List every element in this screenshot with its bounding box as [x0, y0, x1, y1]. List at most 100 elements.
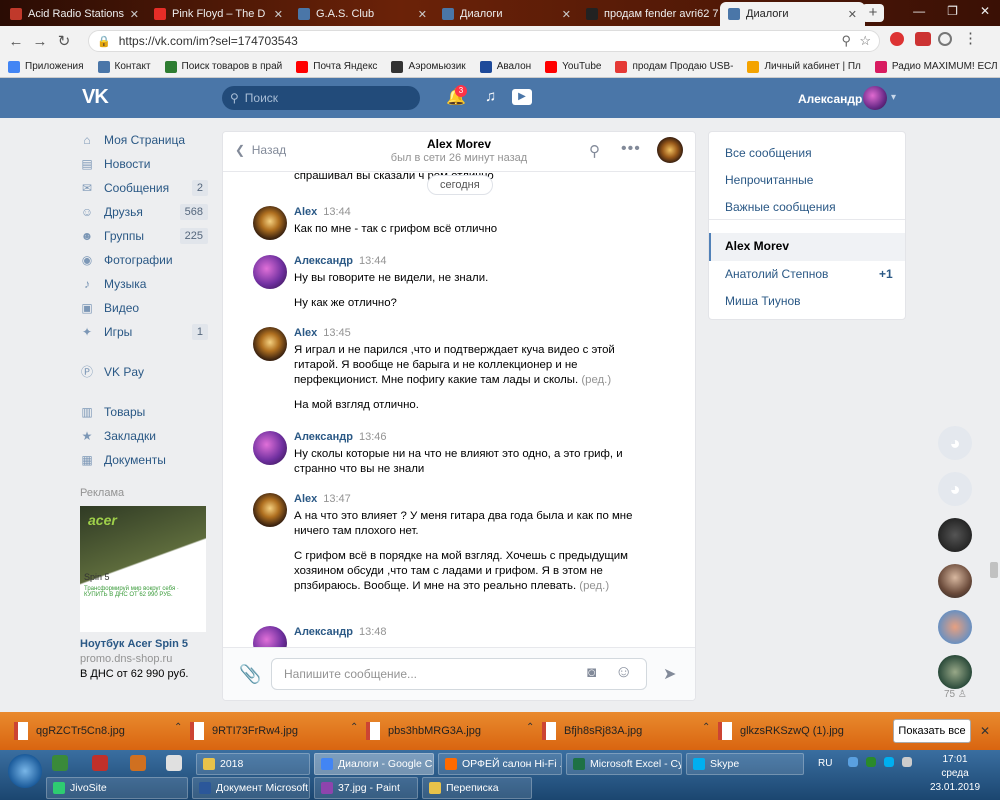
message-list[interactable]: спрашивал вы сказали ч ром отлично сегод… — [223, 172, 695, 647]
smile-icon[interactable]: ☺ — [615, 662, 632, 682]
bookmark-item[interactable]: YouTube — [545, 60, 601, 73]
extension-icon[interactable] — [890, 32, 904, 46]
message-author[interactable]: Александр 13:44 — [294, 255, 387, 267]
quicklaunch-icon[interactable] — [166, 755, 182, 771]
tray-icon[interactable] — [866, 757, 876, 767]
scrollbar[interactable] — [990, 562, 998, 578]
avatar[interactable] — [253, 206, 287, 240]
close-icon[interactable]: ✕ — [558, 8, 571, 21]
bookmark-item[interactable]: продам Продаю USB- — [615, 60, 733, 73]
chevron-up-icon[interactable]: ⌃ — [526, 722, 534, 733]
music-icon[interactable]: ♫ — [485, 88, 496, 105]
search-icon[interactable]: ⚲ — [589, 142, 600, 160]
sidebar-item-vkpay[interactable]: Ⓟ VK Pay — [80, 361, 210, 383]
url-field[interactable]: 🔒 https://vk.com/im?sel=174703543 ⚲ ☆ — [88, 30, 880, 52]
menu-icon[interactable]: ⋮ — [963, 29, 978, 47]
friend-avatar[interactable] — [938, 610, 972, 644]
sidebar-item-video[interactable]: ▣ Видео — [80, 297, 210, 319]
download-item[interactable]: 9RTI73FrRw4.jpg ⌃ — [190, 722, 358, 740]
browser-tab[interactable]: продам fender avri62 7✕ — [578, 2, 723, 26]
bookmark-item[interactable]: Радио MAXIMUM! ЕСЛ — [874, 60, 998, 73]
tray-icon[interactable] — [848, 757, 858, 767]
sidebar-item-music[interactable]: ♪ Музыка — [80, 273, 210, 295]
volume-icon[interactable] — [902, 757, 912, 767]
message-author[interactable]: Alex 13:47 — [294, 493, 351, 505]
ad-name[interactable]: Ноутбук Acer Spin 5 — [80, 638, 188, 650]
sidebar-item-goods[interactable]: ▥ Товары — [80, 401, 210, 423]
profile-icon[interactable] — [938, 32, 952, 46]
browser-tab[interactable]: Pink Floyd – The D ✕ — [146, 2, 291, 26]
avatar[interactable] — [253, 255, 287, 289]
taskbar-item-active[interactable]: Диалоги - Google C... — [314, 753, 434, 775]
filter-unread[interactable]: Непрочитанные — [725, 173, 813, 187]
browser-tab[interactable]: Диалоги ✕ — [434, 2, 579, 26]
user-name[interactable]: Александр — [798, 92, 862, 106]
window-close-icon[interactable]: ✕ — [980, 4, 990, 18]
bookmark-item[interactable]: Личный кабинет | Пл — [747, 60, 861, 73]
sidebar-item-friends[interactable]: ☺ Друзья 568 — [80, 201, 210, 223]
friend-avatar[interactable]: ◕ — [938, 426, 972, 460]
adblock-icon[interactable] — [915, 32, 931, 46]
download-item[interactable]: glkzsRKSzwQ (1).jpg — [718, 722, 844, 740]
search-input[interactable]: ⚲ Поиск — [222, 86, 420, 110]
show-all-button[interactable]: Показать все — [893, 719, 971, 743]
download-item[interactable]: Bfjh8sRj83A.jpg ⌃ — [542, 722, 710, 740]
maximize-icon[interactable]: ❐ — [947, 4, 958, 18]
sidebar-item-photos[interactable]: ◉ Фотографии — [80, 249, 210, 271]
filter-all[interactable]: Все сообщения — [725, 146, 812, 160]
quicklaunch-icon[interactable] — [130, 755, 146, 771]
reload-icon[interactable]: ↻ — [52, 32, 76, 50]
new-tab-button[interactable]: + — [862, 4, 884, 22]
filter-important[interactable]: Важные сообщения — [725, 200, 836, 214]
camera-icon[interactable]: ◙ — [587, 664, 596, 681]
dialog-item-misha[interactable]: Миша Тиунов — [725, 294, 801, 308]
taskbar-item[interactable]: Microsoft Excel - Су... — [566, 753, 682, 775]
start-button[interactable] — [8, 754, 42, 788]
more-icon[interactable]: ••• — [621, 140, 641, 158]
close-icon[interactable]: ✕ — [126, 8, 139, 21]
taskbar-item[interactable]: Переписка — [422, 777, 532, 799]
bookmark-item[interactable]: Аэромьюзик — [391, 60, 466, 73]
sidebar-item-games[interactable]: ✦ Игры 1 — [80, 321, 210, 343]
taskbar-item[interactable]: 2018 — [196, 753, 310, 775]
minimize-icon[interactable]: — — [913, 4, 925, 18]
sidebar-item-my-page[interactable]: ⌂ Моя Страница — [80, 129, 210, 151]
friend-avatar[interactable] — [938, 655, 972, 689]
close-icon[interactable]: ✕ — [270, 8, 283, 21]
friend-avatar[interactable]: ◕ — [938, 472, 972, 506]
taskbar-item[interactable]: Документ Microsoft ... — [192, 777, 310, 799]
taskbar-item[interactable]: Skype — [686, 753, 804, 775]
avatar[interactable] — [253, 431, 287, 465]
paperclip-icon[interactable]: 📎 — [239, 664, 261, 685]
bookmark-item[interactable]: Приложения — [8, 60, 84, 73]
chevron-up-icon[interactable]: ⌃ — [174, 722, 182, 733]
sidebar-item-groups[interactable]: ☻ Группы 225 — [80, 225, 210, 247]
sidebar-item-messages[interactable]: ✉ Сообщения 2 — [80, 177, 210, 199]
play-icon[interactable]: ▶ — [512, 89, 532, 105]
zoom-icon[interactable]: ⚲ — [841, 33, 851, 49]
bookmark-item[interactable]: Контакт — [97, 60, 151, 73]
message-author[interactable]: Alex 13:44 — [294, 206, 351, 218]
avatar[interactable] — [253, 493, 287, 527]
close-icon[interactable]: ✕ — [980, 724, 990, 738]
dialog-item-alex-morev[interactable]: Alex Morev — [725, 239, 789, 253]
chevron-up-icon[interactable]: ⌃ — [702, 722, 710, 733]
quicklaunch-icon[interactable] — [52, 755, 68, 771]
friend-avatar[interactable] — [938, 518, 972, 552]
taskbar-item[interactable]: 37.jpg - Paint — [314, 777, 418, 799]
system-clock[interactable]: 17:01 среда 23.01.2019 — [930, 753, 980, 795]
forward-arrow-icon[interactable]: → — [28, 33, 52, 50]
avatar[interactable] — [657, 137, 683, 163]
dialog-item-anatoly[interactable]: Анатолий Степнов — [725, 267, 828, 281]
online-count[interactable]: 75 ♙ — [944, 689, 967, 700]
download-item[interactable]: qgRZCTr5Cn8.jpg ⌃ — [14, 722, 182, 740]
send-icon[interactable]: ➤ — [663, 664, 676, 684]
sidebar-item-bookmarks[interactable]: ★ Закладки — [80, 425, 210, 447]
browser-tab-active[interactable]: Диалоги ✕ — [720, 2, 865, 26]
message-author[interactable]: Александр 13:46 — [294, 431, 387, 443]
message-author[interactable]: Александр 13:48 — [294, 626, 387, 638]
chevron-down-icon[interactable]: ▾ — [891, 92, 896, 103]
avatar[interactable] — [253, 626, 287, 647]
quicklaunch-icon[interactable] — [92, 755, 108, 771]
sidebar-item-news[interactable]: ▤ Новости — [80, 153, 210, 175]
